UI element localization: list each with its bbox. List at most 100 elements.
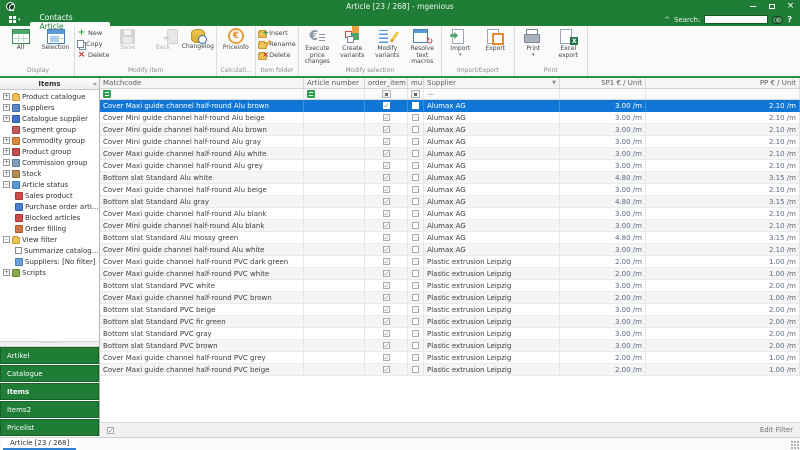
table-row[interactable]: Cover Mini guide channel half-round Alu … bbox=[100, 220, 800, 232]
order-item-checkbox[interactable] bbox=[382, 222, 390, 230]
table-row[interactable]: Cover Maxi guide channel half-round Alu … bbox=[100, 160, 800, 172]
table-row[interactable]: Cover Maxi guide channel half-round PVC … bbox=[100, 256, 800, 268]
close-button[interactable]: × bbox=[781, 0, 800, 13]
table-row[interactable]: Cover Mini guide channel half-round Alu … bbox=[100, 112, 800, 124]
create-variants-button[interactable]: Create variants bbox=[335, 26, 370, 66]
filter-cell-6[interactable] bbox=[646, 89, 800, 100]
tree-item-stock[interactable]: + Stock bbox=[0, 168, 99, 179]
tree-item-article-status[interactable]: - Article status bbox=[0, 179, 99, 190]
resolve-text-macros-button[interactable]: Resolve text macros bbox=[405, 26, 440, 66]
minimize-button[interactable] bbox=[743, 0, 762, 13]
mul-checkbox[interactable] bbox=[412, 210, 419, 217]
document-tab[interactable]: Article [23 / 268] bbox=[3, 438, 77, 450]
order-item-checkbox[interactable] bbox=[382, 258, 390, 266]
mul-checkbox[interactable] bbox=[412, 330, 419, 337]
expander-icon[interactable]: + bbox=[3, 148, 10, 155]
tree-item-sales-product[interactable]: Sales product bbox=[0, 190, 99, 201]
checkbox-filter-button[interactable] bbox=[411, 90, 420, 98]
export-button[interactable]: Export bbox=[478, 26, 513, 66]
order-item-checkbox[interactable] bbox=[382, 354, 390, 362]
help-button[interactable]: ? bbox=[787, 15, 795, 24]
order-item-checkbox[interactable] bbox=[382, 186, 390, 194]
mul-checkbox[interactable] bbox=[412, 366, 419, 373]
order-item-checkbox[interactable] bbox=[382, 102, 390, 110]
mul-checkbox[interactable] bbox=[412, 258, 419, 265]
tree-item-summarize-catalogue[interactable]: Summarize catalogue bbox=[0, 245, 99, 256]
order-item-checkbox[interactable] bbox=[382, 246, 390, 254]
order-item-checkbox[interactable] bbox=[382, 342, 390, 350]
order-item-checkbox[interactable] bbox=[382, 330, 390, 338]
order-item-checkbox[interactable] bbox=[382, 114, 390, 122]
maximize-button[interactable] bbox=[762, 0, 781, 13]
tree-item-product-group[interactable]: + Product group bbox=[0, 146, 99, 157]
table-row[interactable]: Cover Maxi guide channel half-round Alu … bbox=[100, 148, 800, 160]
order-item-checkbox[interactable] bbox=[382, 150, 390, 158]
table-row[interactable]: Bottom slat Standard Alu white Alumax AG4… bbox=[100, 172, 800, 184]
tree-item-catalogue-supplier[interactable]: + Catalogue supplier bbox=[0, 113, 99, 124]
search-icon[interactable] bbox=[772, 16, 784, 24]
table-row[interactable]: Bottom slat Standard Alu gray Alumax AG4.… bbox=[100, 196, 800, 208]
filter-dropdown-icon[interactable]: ▼ bbox=[550, 80, 556, 86]
table-row[interactable]: Cover Maxi guide channel half-round PVC … bbox=[100, 364, 800, 376]
tree-item-segment-group[interactable]: Segment group bbox=[0, 124, 99, 135]
filter-cell-5[interactable] bbox=[560, 89, 646, 100]
tree-item-order-filling[interactable]: Order filling bbox=[0, 223, 99, 234]
application-menu-button[interactable]: ▾ bbox=[0, 13, 28, 26]
mul-checkbox[interactable] bbox=[412, 342, 419, 349]
tree-item-blocked-articles[interactable]: Blocked articles bbox=[0, 212, 99, 223]
mul-checkbox[interactable] bbox=[412, 138, 419, 145]
mul-checkbox[interactable] bbox=[412, 234, 419, 241]
table-row[interactable]: Cover Maxi guide channel half-round PVC … bbox=[100, 292, 800, 304]
table-row[interactable]: Bottom slat Standard PVC beige Plastic ex… bbox=[100, 304, 800, 316]
mul-checkbox[interactable] bbox=[412, 306, 419, 313]
order-item-checkbox[interactable] bbox=[382, 306, 390, 314]
execute-price-changes-button[interactable]: Execute price changes bbox=[300, 26, 335, 66]
tree-item-commission-group[interactable]: + Commission group bbox=[0, 157, 99, 168]
collapse-ribbon-icon[interactable]: ^ bbox=[664, 16, 670, 24]
expander-icon[interactable]: + bbox=[3, 115, 10, 122]
tree-item-suppliers-no-filter[interactable]: Suppliers: [No filter] bbox=[0, 256, 99, 267]
new-button[interactable]: New bbox=[77, 28, 109, 38]
expander-icon[interactable]: + bbox=[3, 137, 10, 144]
table-row[interactable]: Bottom slat Standard PVC brown Plastic ex… bbox=[100, 340, 800, 352]
table-row[interactable]: Cover Maxi guide channel half-round Alu … bbox=[100, 184, 800, 196]
panel-button-artikel[interactable]: Artikel bbox=[0, 347, 99, 364]
filter-cell-1[interactable] bbox=[304, 89, 365, 100]
filter-enabled-checkbox[interactable] bbox=[107, 426, 114, 435]
panel-button-catalogue[interactable]: Catalogue bbox=[0, 365, 99, 382]
expander-icon[interactable]: - bbox=[3, 236, 10, 243]
delete-button[interactable]: Delete bbox=[77, 50, 109, 60]
table-row[interactable]: Cover Mini guide channel half-round Alu … bbox=[100, 244, 800, 256]
mul-checkbox[interactable] bbox=[412, 246, 419, 253]
tree-item-purchase-order-article[interactable]: Purchase order article bbox=[0, 201, 99, 212]
panel-button-items2[interactable]: Items2 bbox=[0, 401, 99, 418]
panel-button-items[interactable]: Items bbox=[0, 383, 99, 400]
table-row[interactable]: Bottom slat Standard Alu mossy green Alum… bbox=[100, 232, 800, 244]
import-button[interactable]: Import ▾ bbox=[443, 26, 478, 66]
table-row[interactable]: Bottom slat Standard PVC gray Plastic ext… bbox=[100, 328, 800, 340]
column-header-mul[interactable]: mul.. bbox=[408, 78, 424, 89]
tree-item-suppliers[interactable]: + Suppliers bbox=[0, 102, 99, 113]
delete-button[interactable]: Delete bbox=[258, 50, 296, 60]
tab-contacts[interactable]: Contacts bbox=[30, 13, 110, 22]
mul-checkbox[interactable] bbox=[412, 126, 419, 133]
order-item-checkbox[interactable] bbox=[382, 282, 390, 290]
table-row[interactable]: Cover Mini guide channel half-round Alu … bbox=[100, 136, 800, 148]
filter-cell-3[interactable] bbox=[408, 89, 424, 100]
mul-checkbox[interactable] bbox=[412, 198, 419, 205]
copy-button[interactable]: Copy bbox=[77, 39, 109, 49]
order-item-checkbox[interactable] bbox=[382, 126, 390, 134]
print-button[interactable]: Print ▾ bbox=[516, 26, 551, 66]
tree-item-product-catalogue[interactable]: + Product catalogue bbox=[0, 91, 99, 102]
priceinfo-button[interactable]: Priceinfo bbox=[218, 26, 253, 66]
column-header-matchcode[interactable]: Matchcode bbox=[100, 78, 304, 89]
selection-button[interactable]: Selection bbox=[38, 26, 73, 66]
table-row[interactable]: Cover Maxi guide channel half-round PVC … bbox=[100, 352, 800, 364]
edit-filter-button[interactable]: Edit Filter bbox=[760, 426, 793, 434]
order-item-checkbox[interactable] bbox=[382, 234, 390, 242]
collapse-sidebar-icon[interactable]: « bbox=[93, 80, 97, 88]
mul-checkbox[interactable] bbox=[412, 354, 419, 361]
mul-checkbox[interactable] bbox=[412, 150, 419, 157]
mul-checkbox[interactable] bbox=[412, 162, 419, 169]
table-row[interactable]: Cover Maxi guide channel half-round Alu … bbox=[100, 208, 800, 220]
